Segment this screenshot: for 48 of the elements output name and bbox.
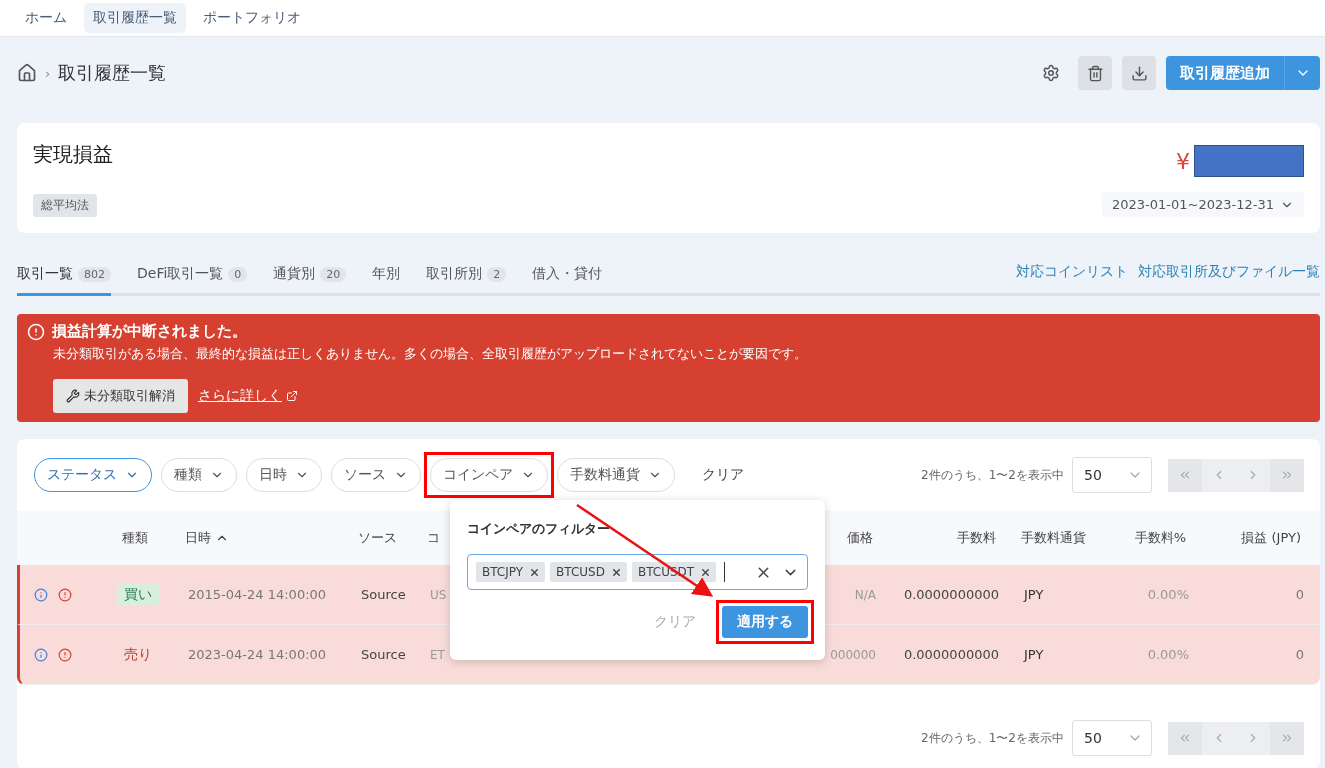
selected-chip: BTCUSD [550, 562, 627, 582]
table-cell-text: 0.00% [1146, 647, 1190, 662]
column-label: 日時 [185, 529, 211, 547]
table-cell-text: 0 [1294, 587, 1305, 602]
currency-symbol: ¥ [1176, 148, 1190, 174]
table-cell-text: 2023-04-24 14:00:00 [187, 647, 328, 662]
results-count: 2件のうち、1〜2を表示中 [921, 466, 1064, 484]
table-cell-text: US [430, 587, 448, 602]
tab-label: 借入・貸付 [532, 265, 603, 283]
column-label: 手数料 [957, 529, 996, 547]
tab-label: 取引所別 [426, 265, 483, 283]
page-title: 取引履歴一覧 [58, 61, 167, 85]
column-label: 損益 (JPY) [1241, 529, 1301, 547]
card-title: 実現損益 [33, 141, 113, 168]
buy-tag: 買い [116, 583, 159, 606]
count-badge: 802 [78, 266, 111, 282]
column-label: ソース [358, 529, 397, 547]
tab-label: 年別 [372, 265, 401, 283]
selected-chip: BTCJPY [476, 562, 546, 582]
table-cell-text: Source [360, 587, 407, 602]
tab-label: 通貨別 [273, 265, 316, 283]
tab-label: DeFi取引一覧 [137, 265, 224, 283]
popover-title: コインペアのフィルター [467, 520, 611, 538]
column-label: 手数料% [1134, 529, 1186, 547]
table-cell-text: Source [360, 647, 407, 662]
method-tag: 総平均法 [33, 194, 97, 217]
table-cell-text: 0.0000000000 [902, 647, 1000, 662]
column-label: 価格 [847, 529, 873, 547]
table-cell-text: ET [430, 647, 446, 662]
results-count: 2件のうち、1〜2を表示中 [921, 729, 1064, 747]
count-badge: 2 [487, 266, 507, 282]
alert-message: 未分類取引がある場合、最終的な損益は正しくありません。多くの場合、全取引履歴がアップロードされてないことが要因です。 [52, 345, 808, 363]
table-cell-text: 0 [1294, 647, 1305, 662]
breadcrumb-separator: › [45, 65, 51, 81]
table-cell-text: JPY [1022, 647, 1045, 662]
table-cell-text: JPY [1022, 587, 1045, 602]
table-cell-text: 0.0000000000 [902, 587, 1000, 602]
tab-label: 取引一覧 [17, 265, 73, 283]
sell-label: 売り [123, 645, 152, 664]
column-label: 手数料通貨 [1021, 529, 1086, 547]
count-badge: 0 [228, 266, 248, 282]
table-cell-text: 0.00% [1146, 587, 1190, 602]
column-label: 種類 [121, 529, 148, 547]
table-cell-text: N/A [853, 587, 877, 602]
count-badge: 20 [320, 266, 347, 282]
table-cell-text: 000000 [829, 647, 877, 662]
alert-title: 損益計算が中断されました。 [52, 322, 247, 341]
table-cell-text: 2015-04-24 14:00:00 [187, 587, 328, 602]
